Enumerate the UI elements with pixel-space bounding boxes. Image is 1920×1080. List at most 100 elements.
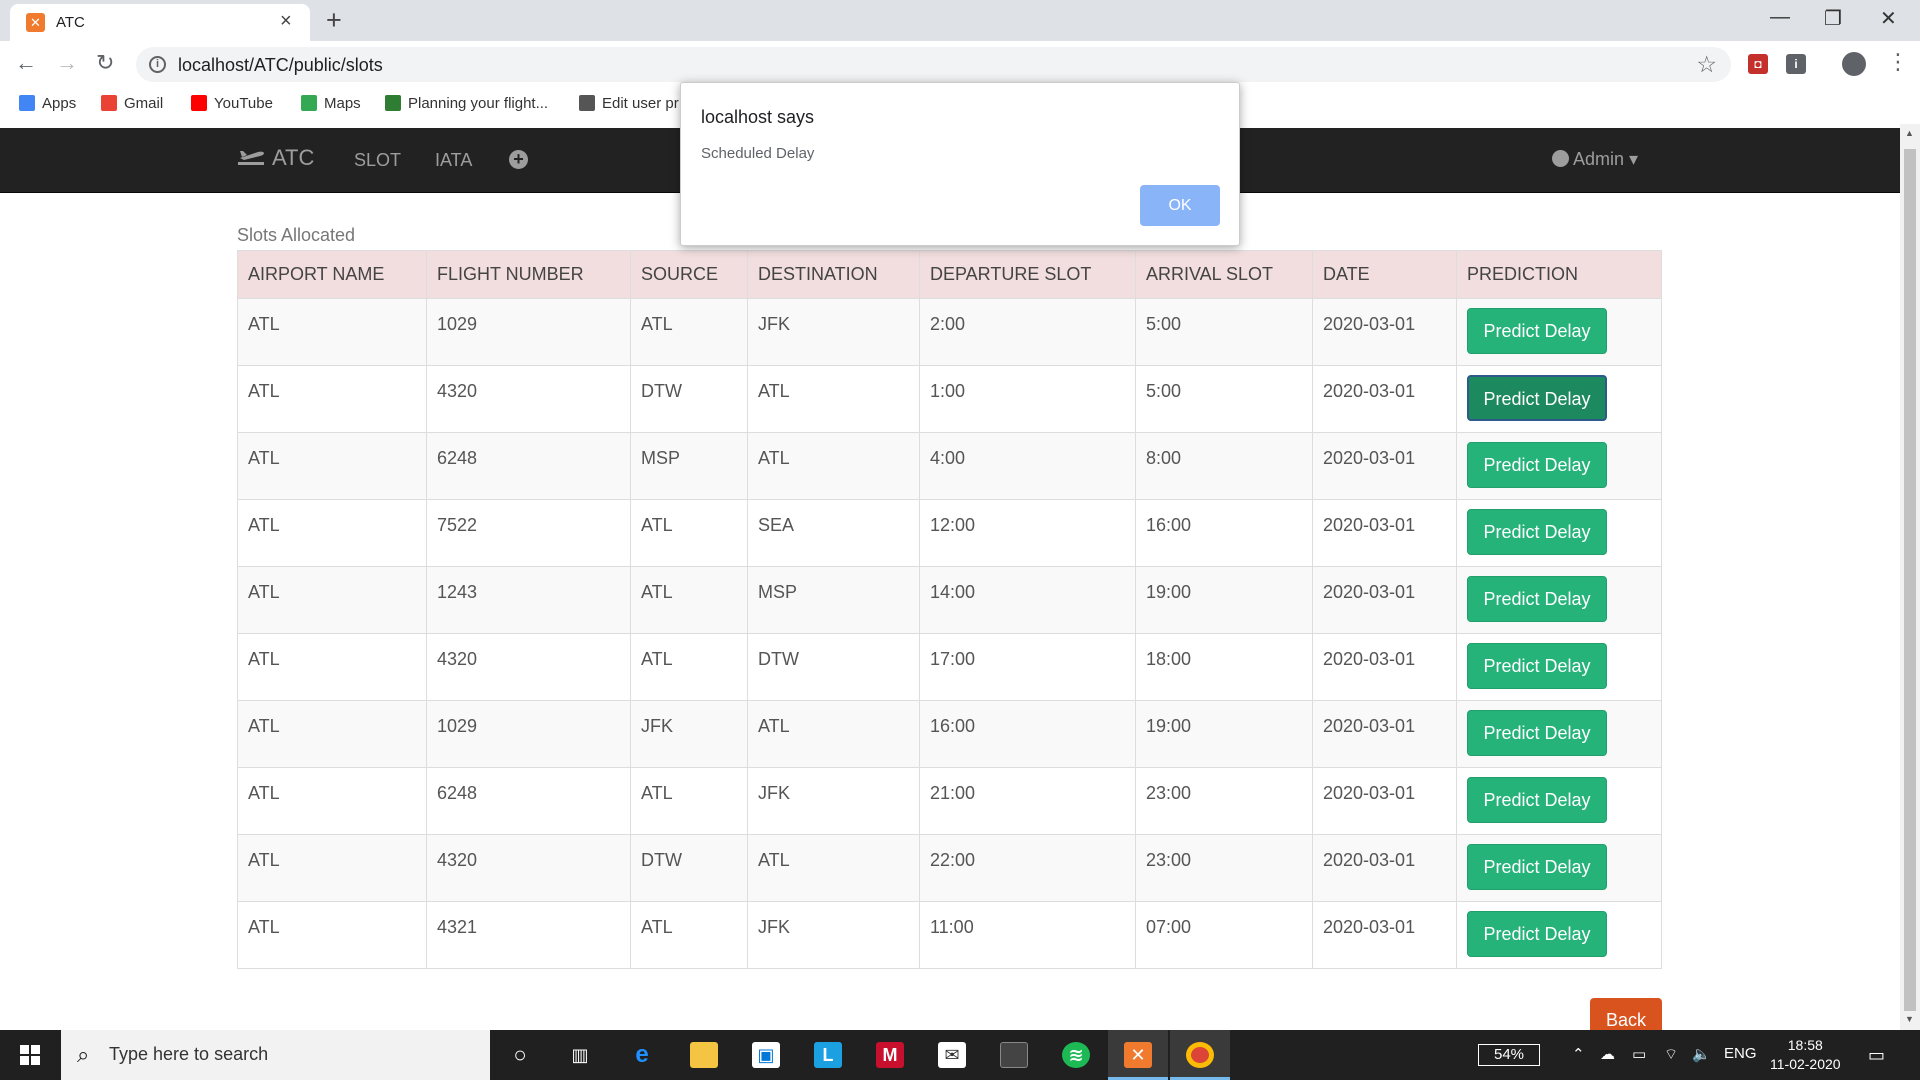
bookmark-gmail[interactable]: Gmail (101, 95, 163, 112)
cell-flight: 1029 (426, 700, 631, 768)
extension-pocket-icon[interactable]: ◘ (1748, 54, 1768, 74)
table-row: ATL 4321 ATL JFK 11:00 07:00 2020-03-01 Predict… (237, 901, 1662, 969)
alert-dialog: localhost says Scheduled Delay OK (680, 82, 1240, 246)
scroll-up-icon[interactable]: ▲ (1905, 128, 1914, 138)
admin-dropdown[interactable]: Admin ▾ (1552, 149, 1638, 170)
nav-iata[interactable]: IATA (435, 150, 472, 171)
table-row: ATL 1243 ATL MSP 14:00 19:00 2020-03-01 Predict… (237, 566, 1662, 634)
cell-flight: 1029 (426, 298, 631, 366)
wifi-icon[interactable]: ⌔ (1664, 1045, 1678, 1064)
scroll-down-icon[interactable]: ▼ (1905, 1014, 1914, 1024)
dialog-ok-button[interactable]: OK (1140, 185, 1220, 226)
forward-arrow-icon[interactable]: → (56, 50, 78, 76)
cell-airport: ATL (237, 499, 427, 567)
tab-title: ATC (56, 14, 85, 31)
terminal-icon[interactable] (984, 1030, 1044, 1080)
cell-source: ATL (630, 901, 748, 969)
table-row: ATL 7522 ATL SEA 12:00 16:00 2020-03-01 Predict… (237, 499, 1662, 567)
bookmark-label: Maps (324, 95, 361, 112)
bookmark-planning[interactable]: Planning your flight... (385, 95, 548, 112)
mail-icon[interactable]: ✉ (922, 1030, 982, 1080)
bookmark-youtube[interactable]: YouTube (191, 95, 273, 112)
nav-slot[interactable]: SLOT (354, 150, 401, 171)
dialog-message: Scheduled Delay (701, 145, 815, 162)
predict-delay-button[interactable]: Predict Delay (1467, 710, 1607, 756)
cell-departure: 17:00 (919, 633, 1136, 701)
new-tab-icon[interactable]: + (326, 6, 342, 34)
volume-icon[interactable]: 🔈 (1692, 1045, 1711, 1063)
cortana-icon[interactable]: ○ (490, 1030, 550, 1080)
cell-prediction: Predict Delay (1456, 901, 1662, 969)
cell-arrival: 19:00 (1135, 566, 1313, 634)
tray-chevron-icon[interactable]: ⌃ (1572, 1045, 1585, 1063)
page-scrollbar[interactable]: ▲ ▼ (1900, 124, 1920, 1030)
predict-delay-button[interactable]: Predict Delay (1467, 576, 1607, 622)
table-header-row: AIRPORT NAME FLIGHT NUMBER SOURCE DESTIN… (237, 250, 1662, 299)
cell-departure: 22:00 (919, 834, 1136, 902)
taskbar-search-placeholder: Type here to search (109, 1044, 269, 1064)
profile-avatar-icon[interactable] (1842, 52, 1866, 76)
cell-source: ATL (630, 298, 748, 366)
bookmark-apps[interactable]: Apps (19, 95, 76, 112)
cell-source: JFK (630, 700, 748, 768)
battery-tray-icon[interactable]: ▭ (1632, 1045, 1646, 1063)
predict-delay-button[interactable]: Predict Delay (1467, 777, 1607, 823)
cell-departure: 14:00 (919, 566, 1136, 634)
xampp-icon[interactable]: ✕ (1108, 1030, 1168, 1080)
windows-start-icon[interactable] (20, 1045, 40, 1065)
extension-info-icon[interactable]: i (1786, 54, 1806, 74)
back-button[interactable]: Back (1590, 998, 1662, 1030)
store-icon[interactable]: ▣ (736, 1030, 796, 1080)
bookmark-maps[interactable]: Maps (301, 95, 361, 112)
predict-delay-button[interactable]: Predict Delay (1467, 509, 1607, 555)
file-explorer-icon[interactable] (674, 1030, 734, 1080)
chrome-icon[interactable] (1170, 1030, 1230, 1080)
predict-delay-button[interactable]: Predict Delay (1467, 308, 1607, 354)
chrome-menu-icon[interactable]: ⋮ (1887, 49, 1909, 75)
notification-icon[interactable]: ▭ (1868, 1045, 1885, 1066)
address-bar[interactable]: i localhost/ATC/public/slots ☆ (136, 47, 1731, 82)
cell-prediction: Predict Delay (1456, 633, 1662, 701)
predict-delay-button[interactable]: Predict Delay (1467, 643, 1607, 689)
cell-destination: ATL (747, 365, 920, 433)
cell-arrival: 5:00 (1135, 298, 1313, 366)
predict-delay-button[interactable]: Predict Delay (1467, 911, 1607, 957)
browser-tab[interactable]: ✕ ATC × (10, 4, 310, 41)
predict-delay-button[interactable]: Predict Delay (1467, 442, 1607, 488)
tab-close-icon[interactable]: × (280, 11, 292, 31)
taskbar-search-box[interactable]: ⌕ Type here to search (61, 1030, 490, 1080)
cell-date: 2020-03-01 (1312, 700, 1457, 768)
restore-icon[interactable]: ❐ (1824, 6, 1842, 31)
system-clock[interactable]: 18:58 11-02-2020 (1770, 1036, 1841, 1074)
mcafee-icon[interactable]: M (860, 1030, 920, 1080)
predict-delay-button[interactable]: Predict Delay (1467, 844, 1607, 890)
lync-icon[interactable]: L (798, 1030, 858, 1080)
bookmark-edit-user[interactable]: Edit user pr (579, 95, 679, 112)
site-info-icon[interactable]: i (149, 56, 166, 73)
minimize-icon[interactable]: — (1770, 6, 1790, 29)
predict-delay-button[interactable]: Predict Delay (1467, 375, 1607, 421)
task-view-icon[interactable]: ▥ (550, 1030, 610, 1080)
cell-arrival: 5:00 (1135, 365, 1313, 433)
dialog-title: localhost says (701, 107, 815, 127)
edge-icon[interactable]: e (612, 1030, 672, 1080)
spotify-icon[interactable]: ≋ (1046, 1030, 1106, 1080)
scroll-thumb[interactable] (1904, 149, 1916, 1011)
cell-flight: 1243 (426, 566, 631, 634)
battery-indicator[interactable]: 54% (1478, 1044, 1540, 1066)
onedrive-icon[interactable]: ☁ (1600, 1045, 1615, 1063)
add-circle-icon[interactable]: + (509, 150, 528, 169)
back-arrow-icon[interactable]: ← (15, 50, 37, 76)
reload-icon[interactable]: ↻ (96, 50, 114, 76)
cell-airport: ATL (237, 365, 427, 433)
table-row: ATL 6248 ATL JFK 21:00 23:00 2020-03-01 Predict… (237, 767, 1662, 835)
admin-label: Admin ▾ (1573, 149, 1639, 169)
th-destination: DESTINATION (747, 250, 920, 299)
language-indicator[interactable]: ENG (1724, 1045, 1757, 1062)
cell-arrival: 16:00 (1135, 499, 1313, 567)
cell-source: ATL (630, 566, 748, 634)
bookmark-star-icon[interactable]: ☆ (1696, 51, 1717, 78)
cell-source: MSP (630, 432, 748, 500)
window-close-icon[interactable]: ✕ (1880, 6, 1897, 31)
brand-link[interactable]: ATC (236, 145, 314, 171)
